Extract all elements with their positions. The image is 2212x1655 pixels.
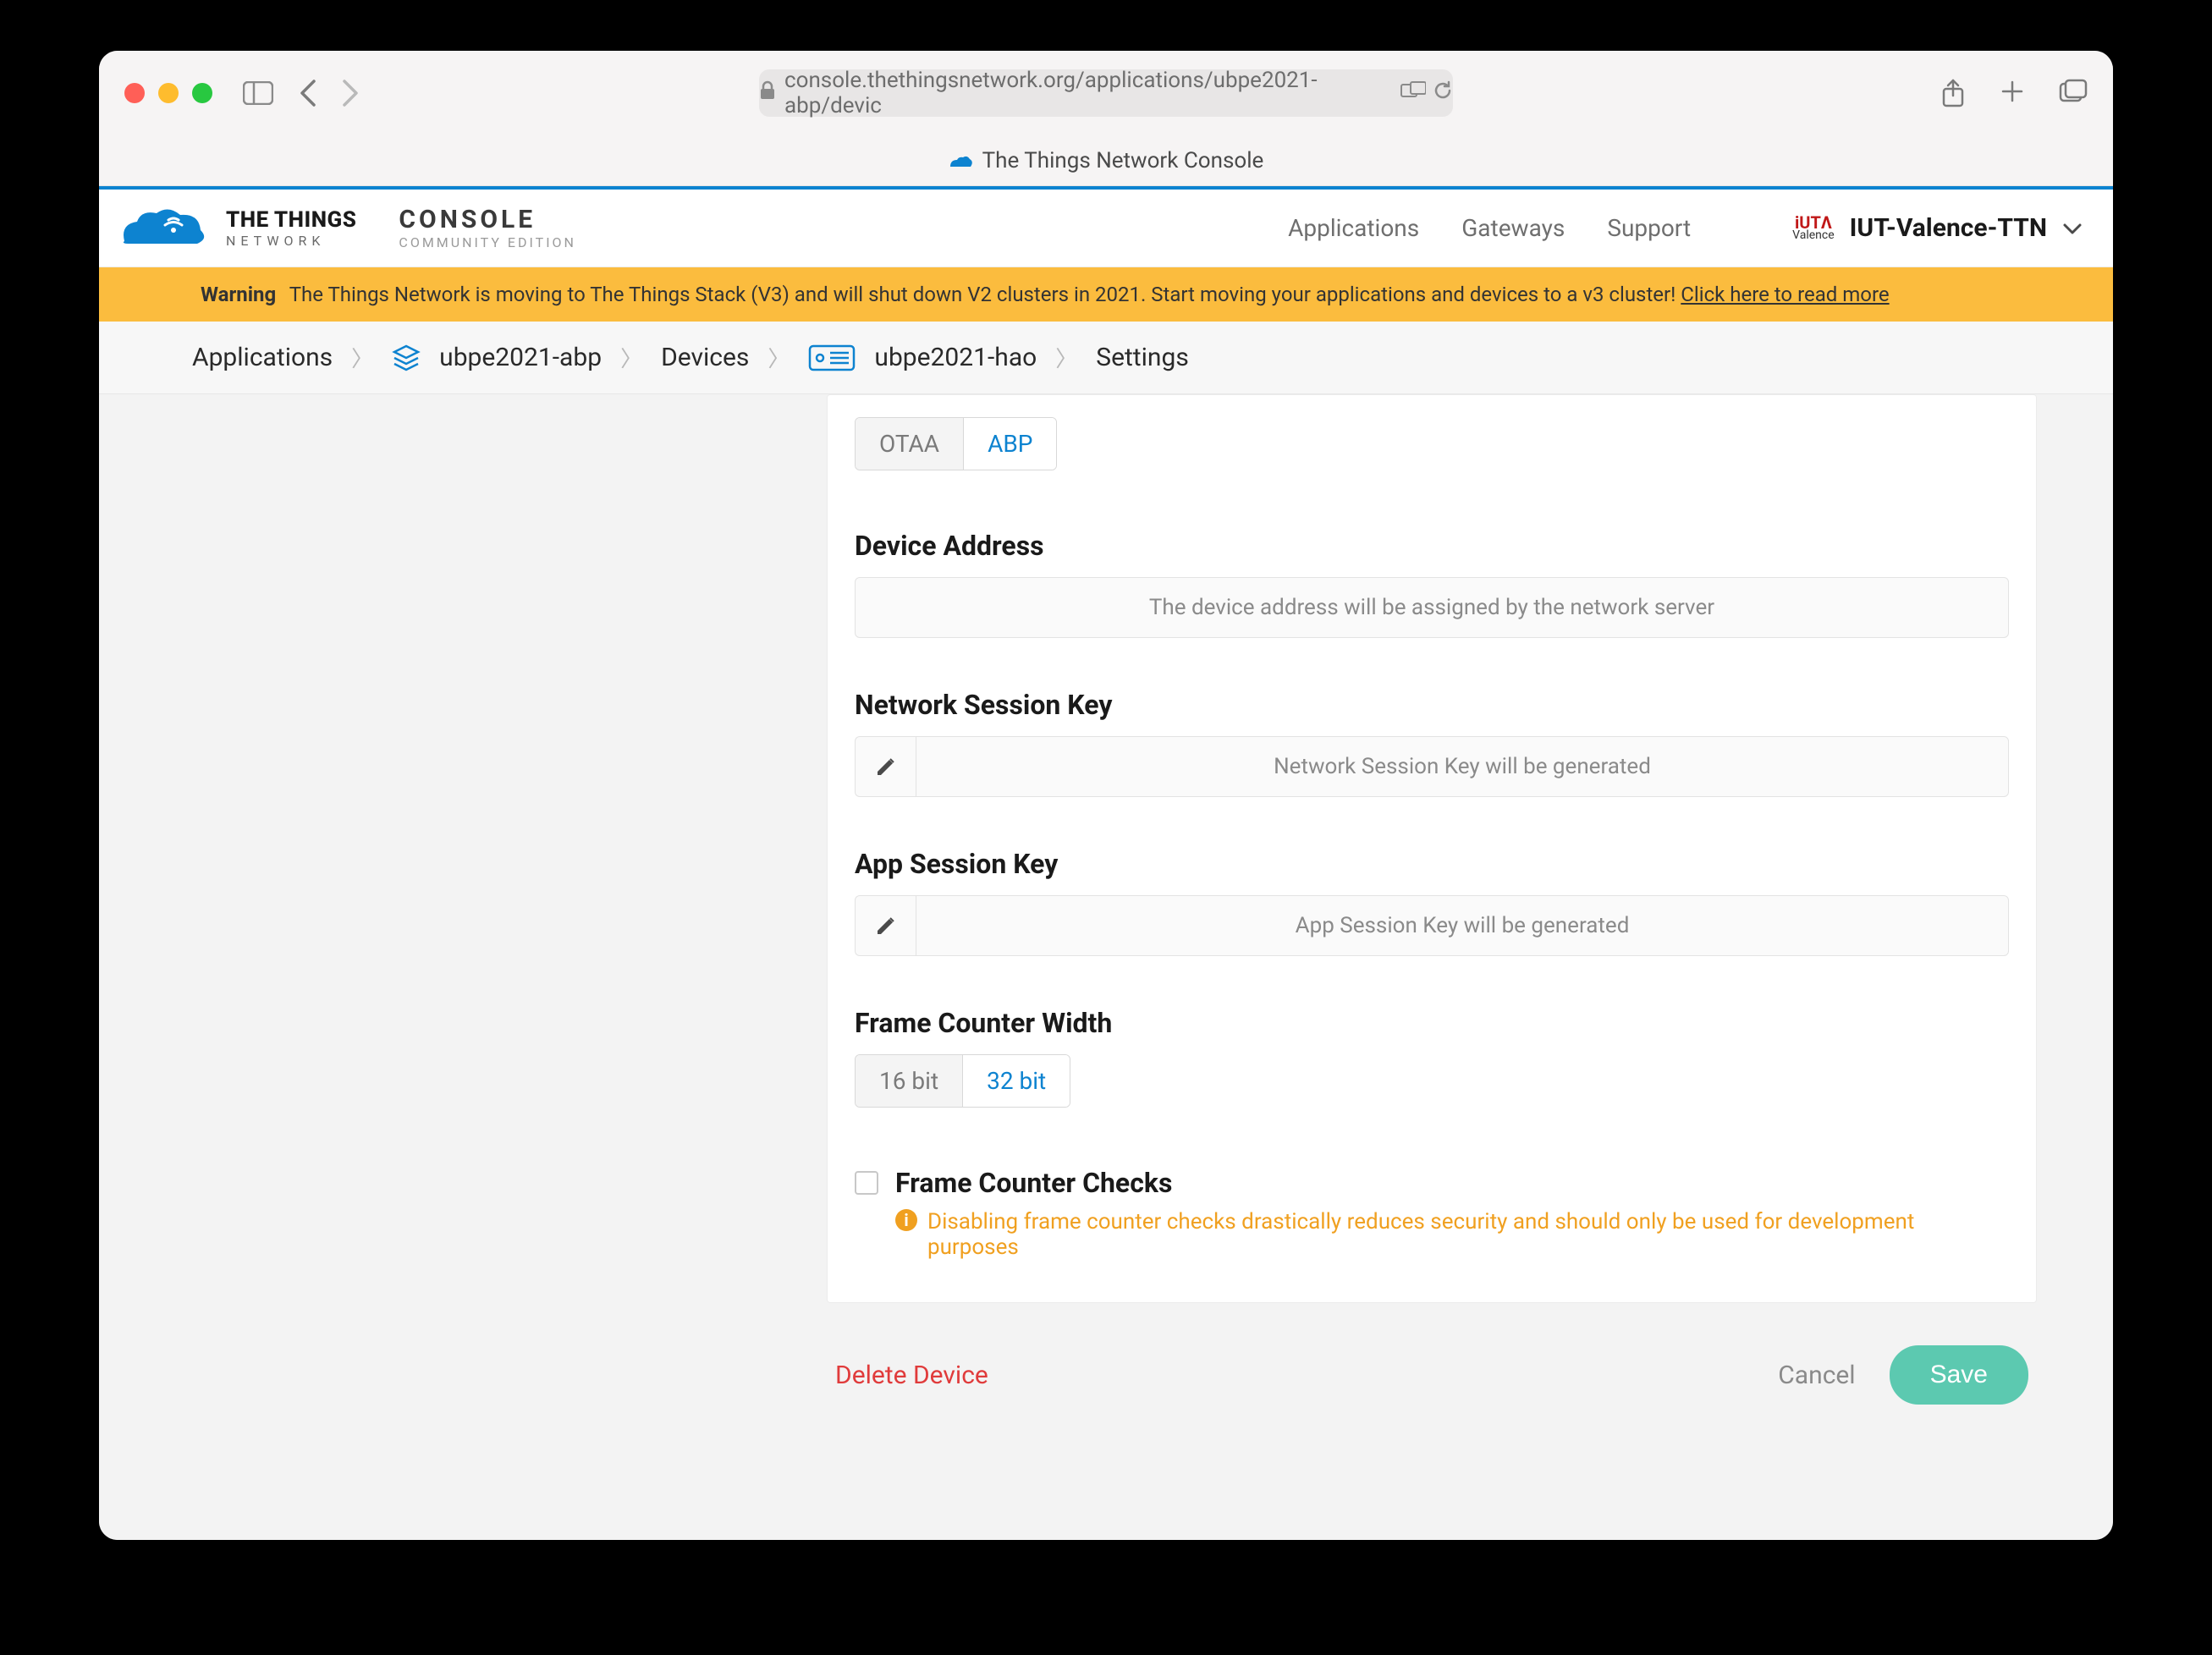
url-text: console.thethingsnetwork.org/application… (784, 68, 1380, 118)
tab-title[interactable]: The Things Network Console (982, 148, 1264, 173)
titlebar-right (1940, 79, 2088, 107)
ttn-cloud-icon (116, 203, 209, 254)
url-bar[interactable]: console.thethingsnetwork.org/application… (759, 69, 1453, 117)
chevron-right-icon: 〉 (351, 342, 373, 373)
field-frame-counter-checks: Frame Counter Checks (855, 1167, 2009, 1199)
bc-settings[interactable]: Settings (1096, 343, 1189, 372)
warning-link[interactable]: Click here to read more (1681, 283, 1889, 306)
bc-devices[interactable]: Devices (661, 343, 749, 372)
chevron-right-icon: 〉 (1055, 342, 1077, 373)
nav-gateways[interactable]: Gateways (1461, 214, 1565, 242)
logo-text: THE THINGS NETWORK (226, 209, 356, 248)
chevron-down-icon (2062, 214, 2083, 242)
close-window-button[interactable] (124, 83, 145, 103)
lock-icon (759, 80, 776, 107)
warning-banner: Warning The Things Network is moving to … (99, 267, 2113, 322)
field-network-session-key: Network Session Key Network Session Key … (855, 689, 2009, 797)
network-session-key-label: Network Session Key (855, 689, 2009, 721)
logo-line1: THE THINGS (226, 209, 356, 231)
user-menu[interactable]: iUTΛ Valence IUT-Valence-TTN (1792, 213, 2083, 243)
minimize-window-button[interactable] (158, 83, 179, 103)
console-line2: COMMUNITY EDITION (399, 236, 576, 250)
edit-app-session-key-button[interactable] (855, 895, 916, 956)
app-header: THE THINGS NETWORK CONSOLE COMMUNITY EDI… (99, 186, 2113, 267)
frame-counter-width-label: Frame Counter Width (855, 1007, 2009, 1039)
traffic-lights (124, 83, 212, 103)
app-session-key-label: App Session Key (855, 848, 2009, 880)
back-button[interactable] (299, 79, 317, 107)
breadcrumb: Applications 〉 ubpe2021-abp 〉 Devices 〉 … (99, 322, 2113, 394)
nav-support[interactable]: Support (1607, 214, 1691, 242)
warning-label: Warning (201, 283, 276, 306)
warning-text: The Things Network is moving to The Thin… (289, 283, 1681, 306)
activation-method-segmented: OTAA ABP (855, 417, 1057, 470)
logo-line2: NETWORK (226, 234, 356, 248)
nav-applications[interactable]: Applications (1288, 214, 1419, 242)
bc-app-id[interactable]: ubpe2021-abp (439, 343, 602, 372)
frame-counter-width-segmented: 16 bit 32 bit (855, 1054, 1070, 1108)
edit-network-session-key-button[interactable] (855, 736, 916, 797)
footer-row: Delete Device Cancel Save (827, 1345, 2037, 1405)
chevron-right-icon: 〉 (768, 342, 790, 373)
user-name: IUT-Valence-TTN (1850, 213, 2047, 243)
chevron-right-icon: 〉 (620, 342, 642, 373)
tab-abp[interactable]: ABP (964, 418, 1056, 470)
titlebar: console.thethingsnetwork.org/application… (99, 51, 2113, 135)
tab-strip: The Things Network Console (99, 135, 2113, 186)
device-icon (808, 343, 856, 373)
app-session-key-value: App Session Key will be generated (916, 895, 2009, 956)
pencil-icon (874, 914, 898, 937)
frame-counter-checks-label: Frame Counter Checks (895, 1167, 1172, 1199)
console-text: CONSOLE COMMUNITY EDITION (399, 207, 576, 250)
application-icon (392, 344, 421, 372)
device-address-label: Device Address (855, 530, 2009, 562)
field-device-address: Device Address The device address will b… (855, 530, 2009, 638)
delete-device-button[interactable]: Delete Device (835, 1361, 988, 1390)
frame-counter-checks-help-text: Disabling frame counter checks drastical… (927, 1209, 2009, 1260)
field-frame-counter-width: Frame Counter Width 16 bit 32 bit (855, 1007, 2009, 1108)
bc-applications[interactable]: Applications (192, 343, 333, 372)
bc-device-id[interactable]: ubpe2021-hao (874, 343, 1037, 372)
app-nav: Applications Gateways Support iUTΛ Valen… (1288, 213, 2083, 243)
reader-icon[interactable] (1400, 80, 1426, 106)
save-button[interactable]: Save (1890, 1345, 2028, 1405)
reader-reload-group (1400, 80, 1453, 107)
new-tab-icon[interactable] (2000, 79, 2025, 107)
fcw-32bit[interactable]: 32 bit (963, 1055, 1070, 1107)
tab-otaa[interactable]: OTAA (856, 418, 964, 470)
network-session-key-value: Network Session Key will be generated (916, 736, 2009, 797)
settings-card: OTAA ABP Device Address The device addre… (827, 394, 2037, 1303)
cancel-button[interactable]: Cancel (1778, 1361, 1855, 1390)
org-logo-bottom: Valence (1792, 230, 1835, 241)
device-address-value: The device address will be assigned by t… (855, 577, 2009, 638)
forward-button[interactable] (341, 79, 360, 107)
info-icon: i (895, 1209, 917, 1231)
frame-counter-checks-help: i Disabling frame counter checks drastic… (895, 1209, 2009, 1260)
logo-block[interactable]: THE THINGS NETWORK CONSOLE COMMUNITY EDI… (116, 203, 576, 254)
tabs-overview-icon[interactable] (2059, 79, 2088, 107)
share-icon[interactable] (1940, 79, 1966, 107)
frame-counter-checks-checkbox[interactable] (855, 1171, 878, 1195)
console-line1: CONSOLE (399, 207, 576, 233)
org-logo: iUTΛ Valence (1792, 215, 1835, 241)
content-area: OTAA ABP Device Address The device addre… (99, 394, 2113, 1540)
nav-arrows (299, 79, 360, 107)
fullscreen-window-button[interactable] (192, 83, 212, 103)
ttn-favicon (949, 152, 972, 169)
pencil-icon (874, 755, 898, 778)
browser-window: console.thethingsnetwork.org/application… (99, 51, 2113, 1540)
sidebar-toggle-icon[interactable] (243, 81, 273, 105)
field-app-session-key: App Session Key App Session Key will be … (855, 848, 2009, 956)
fcw-16bit[interactable]: 16 bit (856, 1055, 963, 1107)
reload-icon[interactable] (1433, 80, 1453, 107)
